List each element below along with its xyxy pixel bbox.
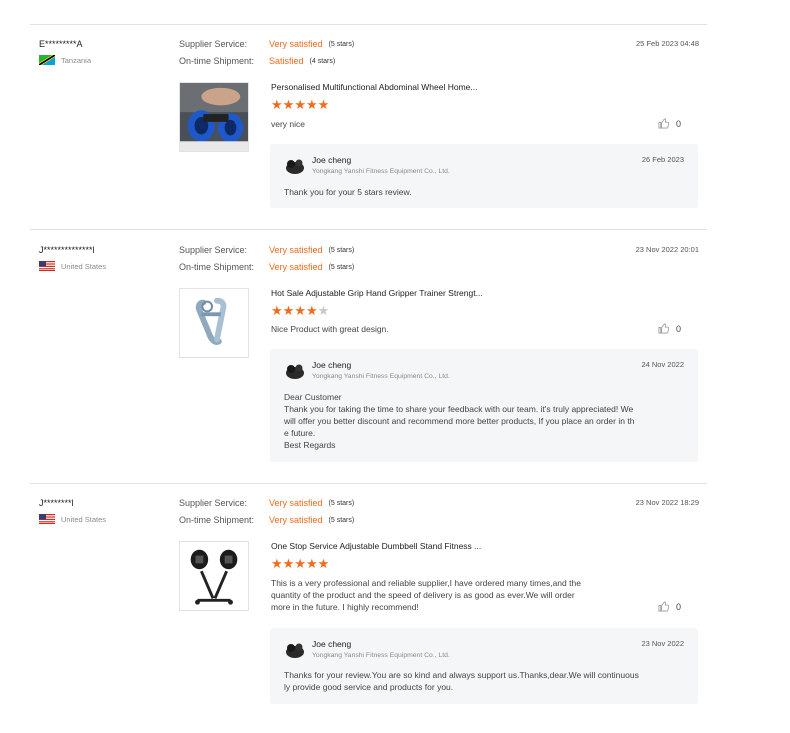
buyer-name: E*********A [39,39,83,49]
reply-author: Joe cheng [312,155,352,165]
supplier-reply: Joe cheng Yongkang Yanshi Fitness Equipm… [270,144,698,208]
on-time-shipment-rating: On-time Shipment: Very satisfied (5 star… [179,515,355,525]
product-title-link[interactable]: Personalised Multifunctional Abdominal W… [271,82,477,92]
like-count: 0 [675,323,681,334]
buyer-country: United States [39,261,106,271]
review-item: E*********A Tanzania Supplier Service: V… [30,39,707,230]
review-date: 23 Nov 2022 18:29 [635,498,699,507]
on-time-shipment-rating: On-time Shipment: Very satisfied (5 star… [179,262,355,272]
reply-date: 24 Nov 2022 [641,360,684,369]
us-flag-icon [39,514,55,524]
like-button[interactable]: 0 [658,601,681,612]
review-divider [30,229,707,230]
thumbs-up-icon [658,323,669,334]
star-icon: ★ [305,303,318,318]
reply-text: Dear Customer Thank you for taking the t… [284,392,635,450]
rating-stars: ★ ★ ★ ★ ★ [271,98,329,111]
rating-stars: ★ ★ ★ ★ ★ [271,557,329,570]
star-empty-icon: ★ [317,303,330,318]
review-comment: very nice [271,119,306,129]
top-divider [30,24,707,25]
review-comment: Nice Product with great design. [271,324,389,334]
thumbs-up-icon [658,601,669,612]
country-name: United States [61,261,107,271]
star-icon: ★ [271,97,283,112]
star-icon: ★ [294,303,306,318]
like-count: 0 [675,601,681,612]
reply-author: Joe cheng [312,639,352,649]
product-title-link[interactable]: One Stop Service Adjustable Dumbbell Sta… [271,541,481,551]
dumbbell-stand-image[interactable] [179,541,249,611]
product-title-link[interactable]: Hot Sale Adjustable Grip Hand Gripper Tr… [271,288,483,298]
review-divider [30,483,707,484]
thumbs-up-icon [658,118,669,129]
reply-company: Yongkang Yanshi Fitness Equipment Co., L… [312,373,450,380]
reply-text: Thank you for your 5 stars review. [284,187,412,197]
review-comment: This is a very professional and reliable… [271,578,581,612]
star-icon: ★ [294,97,306,112]
star-icon: ★ [305,556,318,571]
country-name: Tanzania [61,55,92,65]
on-time-shipment-rating: On-time Shipment: Satisfied (4 stars) [179,56,336,66]
reply-date: 23 Nov 2022 [641,639,684,648]
supplier-reply: Joe cheng Yongkang Yanshi Fitness Equipm… [270,349,698,462]
review-item: J**************l United States Supplier … [30,245,707,484]
reply-date: 26 Feb 2023 [641,155,684,164]
star-icon: ★ [271,556,283,571]
star-icon: ★ [271,303,283,318]
supplier-reply: Joe cheng Yongkang Yanshi Fitness Equipm… [270,628,698,704]
avatar [286,364,304,379]
supplier-service-rating: Supplier Service: Very satisfied (5 star… [179,498,355,508]
country-name: United States [61,514,107,524]
avatar [286,643,304,658]
star-icon: ★ [282,97,295,112]
us-flag-icon [39,261,55,271]
reply-text: Thanks for your review.You are so kind a… [284,670,639,692]
star-icon: ★ [305,97,318,112]
star-icon: ★ [282,556,295,571]
supplier-service-rating: Supplier Service: Very satisfied (5 star… [179,39,355,49]
star-icon: ★ [282,303,295,318]
abdominal-wheel-image[interactable] [179,82,249,152]
buyer-name: J**************l [39,245,95,255]
star-icon: ★ [317,97,330,112]
star-icon: ★ [294,556,306,571]
reply-author: Joe cheng [312,360,352,370]
review-item: J********l United States Supplier Servic… [30,498,707,708]
review-date: 25 Feb 2023 04:48 [636,39,699,48]
buyer-name: J********l [39,498,74,508]
buyer-country: United States [39,514,106,524]
like-count: 0 [675,118,681,129]
like-button[interactable]: 0 [658,118,681,129]
star-icon: ★ [317,556,330,571]
buyer-country: Tanzania [39,55,91,65]
tanzania-flag-icon [39,55,55,65]
reply-company: Yongkang Yanshi Fitness Equipment Co., L… [312,168,450,175]
supplier-service-rating: Supplier Service: Very satisfied (5 star… [179,245,355,255]
review-date: 23 Nov 2022 20:01 [635,245,699,254]
reply-company: Yongkang Yanshi Fitness Equipment Co., L… [312,652,450,659]
avatar [286,159,304,174]
like-button[interactable]: 0 [658,323,681,334]
hand-gripper-image[interactable] [179,288,249,358]
rating-stars: ★ ★ ★ ★ ★ [271,304,329,317]
